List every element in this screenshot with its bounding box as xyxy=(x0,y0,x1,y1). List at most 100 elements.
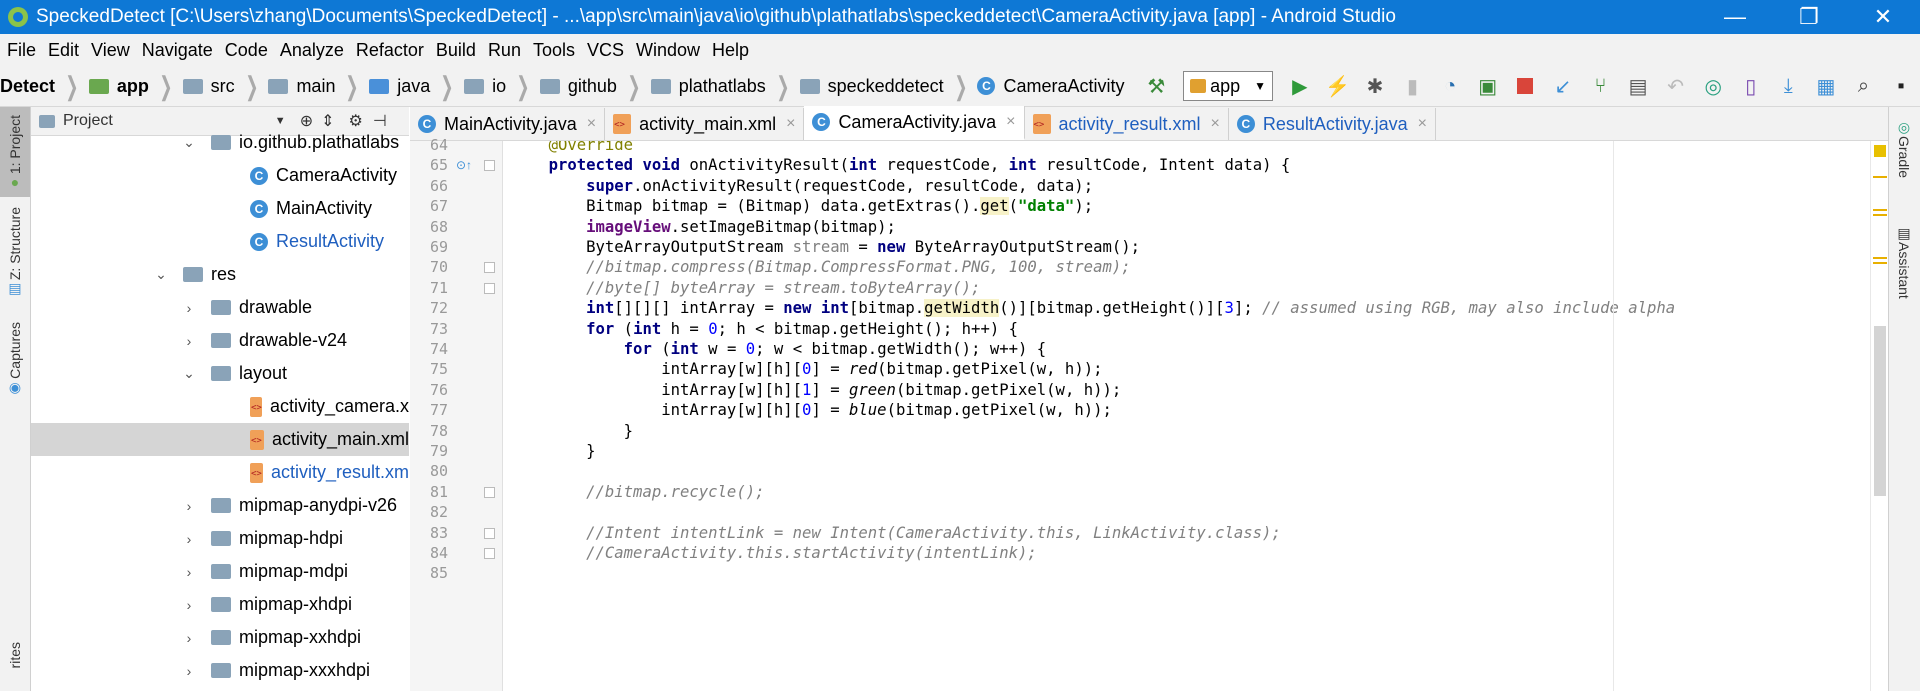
close-tab-icon[interactable]: × xyxy=(587,115,596,133)
tab-cameraactivity[interactable]: C CameraActivity.java × xyxy=(804,106,1025,140)
breadcrumb-plathatlabs[interactable]: plathatlabs ❯ xyxy=(650,66,800,106)
code-line[interactable]: //Intent intentLink = new Intent(CameraA… xyxy=(511,523,1888,543)
code-line[interactable]: for (int h = 0; h < bitmap.getHeight(); … xyxy=(511,319,1888,339)
menu-analyze[interactable]: Analyze xyxy=(280,40,344,61)
restore-button[interactable]: ❐ xyxy=(1772,0,1846,34)
avd-manager-icon[interactable]: ▯ xyxy=(1737,72,1765,100)
warning-indicator[interactable] xyxy=(1874,145,1886,157)
breadcrumb-github[interactable]: github ❯ xyxy=(539,66,651,106)
code-line[interactable] xyxy=(511,502,1888,522)
warning-marker[interactable] xyxy=(1873,214,1887,216)
vcs-branch-icon[interactable]: ⑂ xyxy=(1587,72,1615,100)
tab-activity-main[interactable]: activity_main.xml× xyxy=(605,108,805,140)
close-tab-icon[interactable]: × xyxy=(786,115,795,133)
tree-item-mainactivity[interactable]: C MainActivity xyxy=(31,192,409,225)
run-config-select[interactable]: app ▼ xyxy=(1183,71,1274,101)
coverage-icon[interactable]: ▮ xyxy=(1399,72,1427,100)
breadcrumb-io[interactable]: io ❯ xyxy=(464,66,540,106)
code-line[interactable]: //bitmap.recycle(); xyxy=(511,482,1888,502)
breadcrumb-main[interactable]: main ❯ xyxy=(268,66,369,106)
code-line[interactable]: intArray[w][h][0] = red(bitmap.getPixel(… xyxy=(511,359,1888,379)
code-area[interactable]: @Override protected void onActivityResul… xyxy=(503,141,1888,691)
breadcrumb-cameraactivity[interactable]: C CameraActivity xyxy=(977,66,1125,106)
close-button[interactable]: ✕ xyxy=(1846,0,1920,34)
sdk-manager-icon[interactable]: ⤓ xyxy=(1775,72,1803,100)
code-line[interactable]: protected void onActivityResult(int requ… xyxy=(511,155,1888,175)
warning-marker[interactable] xyxy=(1873,257,1887,259)
tree-item-activity-result[interactable]: activity_result.xm xyxy=(31,456,409,489)
tree-item-activity-main[interactable]: activity_main.xml xyxy=(31,423,409,456)
debug-icon[interactable]: ✱ xyxy=(1361,72,1389,100)
tree-item-package[interactable]: ⌄ io.github.plathatlabs xyxy=(31,126,409,159)
tree-item-resultactivity[interactable]: C ResultActivity xyxy=(31,225,409,258)
close-tab-icon[interactable]: × xyxy=(1418,115,1427,133)
minimize-button[interactable]: — xyxy=(1698,0,1772,34)
code-line[interactable]: //CameraActivity.this.startActivity(inte… xyxy=(511,543,1888,563)
tool-tab-assistant[interactable]: ▤ Assistant xyxy=(1889,225,1919,345)
tree-item-layout[interactable]: ⌄ layout xyxy=(31,357,409,390)
menu-refactor[interactable]: Refactor xyxy=(356,40,424,61)
fold-marker-icon[interactable] xyxy=(484,487,495,498)
code-line[interactable]: intArray[w][h][1] = green(bitmap.getPixe… xyxy=(511,380,1888,400)
tab-resultactivity[interactable]: C ResultActivity.java × xyxy=(1229,108,1436,140)
tree-item-mipmap-hdpi[interactable]: › mipmap-hdpi xyxy=(31,522,409,555)
menu-edit[interactable]: Edit xyxy=(48,40,79,61)
override-marker-icon[interactable]: ⊙↑ xyxy=(456,158,472,172)
breadcrumb-project[interactable]: Detect ❯ xyxy=(0,66,89,106)
fold-marker-icon[interactable] xyxy=(484,548,495,559)
breadcrumb-java[interactable]: java ❯ xyxy=(369,66,464,106)
tool-tab-structure[interactable]: Z: Structure ▤ xyxy=(0,207,30,302)
close-tab-icon[interactable]: × xyxy=(1006,113,1015,131)
line-number-gutter[interactable]: 64 65 66 67 68 69 70 71 72 73 74 75 76 77 78 79 80 81 82 83… xyxy=(410,136,503,691)
stop-icon[interactable] xyxy=(1512,72,1540,100)
menu-file[interactable]: File xyxy=(7,40,36,61)
profile-icon[interactable]: ◔ xyxy=(1436,72,1464,100)
code-line[interactable]: int[][][] intArray = new int[bitmap.getW… xyxy=(511,298,1888,318)
code-line[interactable]: //bitmap.compress(Bitmap.CompressFormat.… xyxy=(511,257,1888,277)
tool-tab-gradle[interactable]: ◎ Gradle xyxy=(1889,119,1919,199)
fold-marker-icon[interactable] xyxy=(484,283,495,294)
vcs-update-icon[interactable]: ↙ xyxy=(1549,72,1577,100)
vcs-history-icon[interactable]: ▤ xyxy=(1624,72,1652,100)
search-icon[interactable]: ⌕ xyxy=(1850,72,1878,100)
code-line[interactable]: imageView.setImageBitmap(bitmap); xyxy=(511,217,1888,237)
tree-item-mipmap-mdpi[interactable]: › mipmap-mdpi xyxy=(31,555,409,588)
fold-marker-icon[interactable] xyxy=(484,528,495,539)
menu-code[interactable]: Code xyxy=(225,40,268,61)
error-stripe[interactable] xyxy=(1870,141,1889,691)
attach-debugger-icon[interactable]: ▣ xyxy=(1474,72,1502,100)
code-line[interactable]: //byte[] byteArray = stream.toByteArray(… xyxy=(511,278,1888,298)
project-structure-icon[interactable]: ▦ xyxy=(1812,72,1840,100)
breadcrumb-speckeddetect[interactable]: speckeddetect ❯ xyxy=(799,66,978,106)
tree-item-mipmap-anydpi[interactable]: › mipmap-anydpi-v26 xyxy=(31,489,409,522)
tree-item-mipmap-xhdpi[interactable]: › mipmap-xhdpi xyxy=(31,588,409,621)
menu-build[interactable]: Build xyxy=(436,40,476,61)
tab-activity-result[interactable]: activity_result.xml× xyxy=(1025,108,1229,140)
menu-window[interactable]: Window xyxy=(636,40,700,61)
tree-item-cameraactivity[interactable]: C CameraActivity xyxy=(31,159,409,192)
tool-tab-favorites[interactable]: rites xyxy=(0,642,30,682)
tree-item-res[interactable]: ⌄ res xyxy=(31,258,409,291)
gradle-sync-icon[interactable]: ◎ xyxy=(1699,72,1727,100)
tree-item-drawable-v24[interactable]: › drawable-v24 xyxy=(31,324,409,357)
menu-view[interactable]: View xyxy=(91,40,130,61)
code-line[interactable]: @Override xyxy=(511,141,1888,155)
hammer-icon[interactable]: ⚒ xyxy=(1143,72,1171,100)
apply-changes-icon[interactable]: ⚡ xyxy=(1324,72,1352,100)
code-line[interactable]: intArray[w][h][0] = blue(bitmap.getPixel… xyxy=(511,400,1888,420)
menu-run[interactable]: Run xyxy=(488,40,521,61)
tree-item-drawable[interactable]: › drawable xyxy=(31,291,409,324)
warning-marker[interactable] xyxy=(1873,209,1887,211)
tree-item-activity-camera[interactable]: activity_camera.x xyxy=(31,390,409,423)
menu-navigate[interactable]: Navigate xyxy=(142,40,213,61)
code-line[interactable] xyxy=(511,461,1888,481)
breadcrumb-app[interactable]: app ❯ xyxy=(88,66,183,106)
close-tab-icon[interactable]: × xyxy=(1211,115,1220,133)
warning-marker[interactable] xyxy=(1873,176,1887,178)
tool-tab-captures[interactable]: Captures ◉ xyxy=(0,322,30,402)
code-line[interactable]: } xyxy=(511,421,1888,441)
menu-vcs[interactable]: VCS xyxy=(587,40,624,61)
code-line[interactable] xyxy=(511,563,1888,583)
menu-tools[interactable]: Tools xyxy=(533,40,575,61)
code-line[interactable]: Bitmap bitmap = (Bitmap) data.getExtras(… xyxy=(511,196,1888,216)
